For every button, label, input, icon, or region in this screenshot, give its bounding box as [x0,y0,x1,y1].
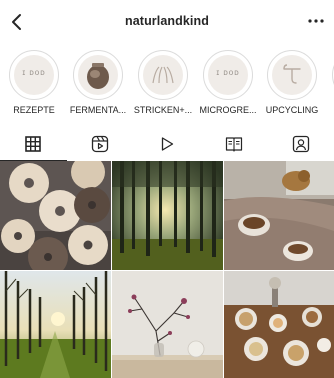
tab-grid[interactable] [0,128,67,161]
username-title: naturlandkind [125,14,209,28]
highlight-stricken[interactable]: STRICKEN+... [131,50,195,115]
post-bagels[interactable] [0,161,111,270]
more-options-icon[interactable] [307,12,325,30]
dog-coffee-image [224,161,334,270]
post-grid [0,161,334,378]
post-dog-coffee[interactable] [224,161,334,270]
tab-guides[interactable] [200,128,267,160]
highlight-label: REZEPTE [13,105,55,115]
hanger-icon [272,55,312,95]
profile-tabs [0,128,334,162]
hands-icon [143,55,183,95]
bagels-image [0,161,111,270]
post-forest[interactable] [112,161,223,270]
highlight-ring: ɪ ᴅᴏᴅ [203,50,253,100]
reels-icon [92,135,109,153]
post-tree-avenue[interactable] [0,271,111,378]
highlight-ring [138,50,188,100]
forest-image [112,161,223,270]
post-breakfast-table[interactable] [224,271,334,378]
jar-icon [78,55,118,95]
highlight-rezepte[interactable]: ɪ ᴅᴏᴅ REZEPTE [2,50,66,115]
story-highlights: ɪ ᴅᴏᴅ REZEPTE FERMENTA... STRICKEN+... ɪ… [0,50,334,126]
text-icon: ɪ ᴅᴏᴅ [14,55,54,95]
breakfast-table-image [224,271,334,378]
highlight-ring [267,50,317,100]
highlight-fermentation[interactable]: FERMENTA... [66,50,130,115]
highlight-ring [73,50,123,100]
guide-icon [225,137,242,152]
highlight-label: FERMENTA... [69,105,127,115]
tab-tagged[interactable] [267,128,334,160]
highlight-partial[interactable] [325,50,334,100]
tree-avenue-image [0,271,111,378]
tagged-icon [292,135,309,153]
grid-icon [25,136,42,152]
tab-videos[interactable] [134,128,201,160]
highlight-label: MICROGRE... [199,105,257,115]
highlight-label: UPCYCLING [265,105,319,115]
play-icon [161,137,174,151]
highlight-ring: ɪ ᴅᴏᴅ [9,50,59,100]
tab-reels[interactable] [67,128,134,160]
highlight-label: STRICKEN+... [133,105,193,115]
highlight-microgreens[interactable]: ɪ ᴅᴏᴅ MICROGRE... [196,50,260,115]
branches-vase-image [112,271,223,378]
post-branches-vase[interactable] [112,271,223,378]
profile-header: naturlandkind [0,0,334,46]
highlight-upcycling[interactable]: UPCYCLING [260,50,324,115]
text-icon: ɪ ᴅᴏᴅ [208,55,248,95]
